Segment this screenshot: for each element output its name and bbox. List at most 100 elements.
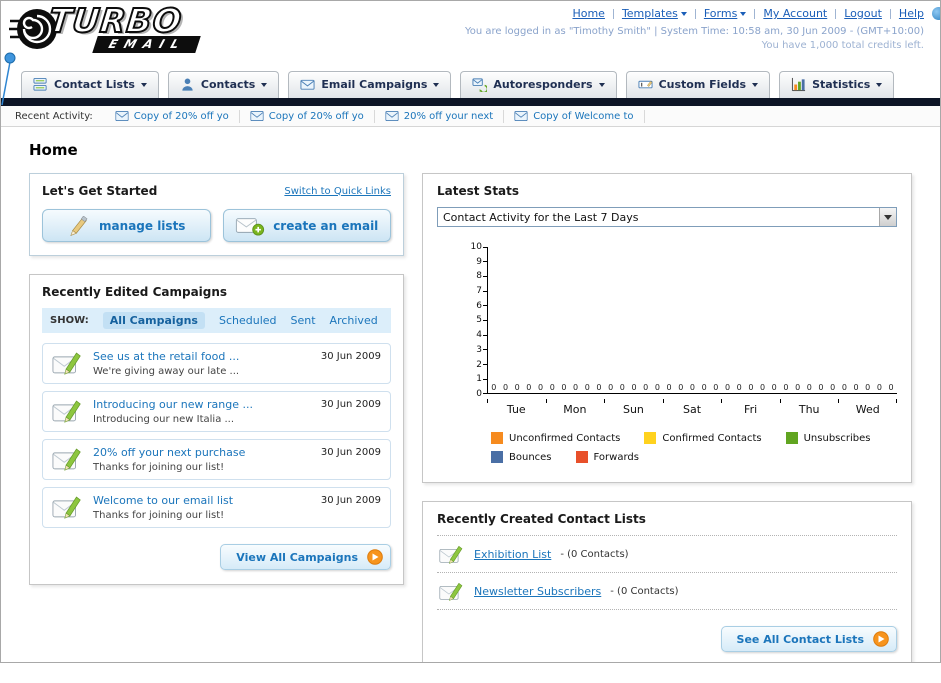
login-info: You are logged in as "Timothy Smith" | S… [464, 26, 924, 37]
contact-activity-chart: 10 9 8 7 6 5 4 3 2 1 0 000000000000000000000000000… [463, 242, 897, 463]
email-campaigns-icon [300, 77, 315, 92]
link-forms[interactable]: Forms [696, 7, 754, 20]
contact-list-detail: - (0 Contacts) [560, 548, 629, 560]
recently-edited-campaigns-panel: Recently Edited Campaigns SHOW: All Camp… [29, 274, 404, 585]
envelope-icon [385, 111, 399, 121]
contact-list-link[interactable]: Newsletter Subscribers [474, 585, 601, 598]
decoration-pointer [1, 52, 16, 106]
filter-archived[interactable]: Archived [330, 314, 378, 327]
campaign-title-link[interactable]: 20% off your next purchase [93, 446, 312, 459]
link-label: Logout [844, 7, 882, 20]
link-label: Forms [703, 7, 738, 20]
create-email-button[interactable]: create an email [222, 209, 391, 242]
edit-campaign-icon [52, 446, 84, 471]
see-all-contact-lists-button[interactable]: See All Contact Lists [720, 626, 897, 652]
campaign-date: 30 Jun 2009 [320, 447, 381, 458]
latest-stats-panel: Latest Stats Contact Activity for the La… [422, 173, 912, 483]
select-value: Contact Activity for the Last 7 Days [443, 210, 639, 224]
filter-scheduled[interactable]: Scheduled [219, 314, 277, 327]
chart-legend: Unconfirmed Contacts Confirmed Contacts Un… [491, 432, 897, 463]
main-nav: Contact Lists Contacts Email Campaigns A… [1, 65, 940, 98]
chevron-down-icon [140, 83, 147, 90]
show-label: SHOW: [50, 315, 89, 326]
tab-custom-fields[interactable]: Custom Fields [625, 71, 771, 98]
view-all-campaigns-button[interactable]: View All Campaigns [220, 544, 391, 570]
tab-label: Statistics [812, 78, 871, 91]
filter-all-campaigns[interactable]: All Campaigns [102, 312, 205, 329]
legend-row-1: Unconfirmed Contacts Confirmed Contacts Un… [491, 432, 897, 444]
edit-campaign-icon [52, 398, 84, 423]
logo-text: TURBO EMAIL [46, 1, 201, 53]
link-home[interactable]: Home [564, 7, 612, 20]
chevron-down-icon [752, 83, 759, 90]
chevron-down-icon [680, 12, 687, 19]
chart-x-labels: Tue Mon Sun Sat Fri Thu Wed [487, 399, 897, 416]
chevron-down-icon [433, 83, 440, 90]
manage-lists-button[interactable]: manage lists [42, 209, 211, 242]
legend-row-2: Bounces Forwards [491, 451, 897, 463]
recent-activity-item[interactable]: 20% off your next [375, 109, 505, 123]
recent-activity-item[interactable]: Copy of 20% off yo [240, 109, 375, 123]
contact-lists-panel-title: Recently Created Contact Lists [437, 512, 646, 526]
campaign-subtitle: Introducing our new Italia ... [93, 414, 235, 425]
tab-autoresponders[interactable]: Autoresponders [460, 71, 617, 98]
campaign-text: See us at the retail food ... We're givi… [93, 350, 312, 377]
legend-item: Bounces [491, 451, 552, 463]
recent-activity-label: Recent Activity: [15, 110, 93, 122]
switch-quick-links-link[interactable]: Switch to Quick Links [284, 186, 391, 197]
link-logout[interactable]: Logout [836, 7, 890, 20]
campaign-text: Welcome to our email list Thanks for joi… [93, 494, 312, 521]
campaign-date: 30 Jun 2009 [320, 495, 381, 506]
chevron-down-icon [261, 83, 268, 90]
button-label: See All Contact Lists [736, 632, 864, 646]
recent-activity-item[interactable]: Copy of 20% off yo [105, 109, 240, 123]
autoresponders-icon [472, 77, 487, 92]
contact-list-row: Exhibition List - (0 Contacts) [437, 536, 897, 573]
logo-title: TURBO [46, 1, 185, 41]
campaign-text: Introducing our new range ... Introducin… [93, 398, 312, 425]
tab-email-campaigns[interactable]: Email Campaigns [288, 71, 452, 98]
app-window: TURBO EMAIL Home Templates Forms My Acco… [0, 0, 941, 663]
tab-contacts[interactable]: Contacts [167, 71, 280, 98]
chevron-down-icon [598, 83, 605, 90]
link-my-account[interactable]: My Account [755, 7, 835, 20]
recent-activity-bar: Recent Activity: Copy of 20% off yo Copy… [1, 106, 940, 127]
envelope-icon [115, 111, 129, 121]
campaign-title-link[interactable]: Welcome to our email list [93, 494, 312, 507]
tab-statistics[interactable]: Statistics [779, 71, 895, 98]
activity-item-label: Copy of 20% off yo [268, 110, 364, 122]
campaign-subtitle: Thanks for joining our list! [93, 462, 225, 473]
link-templates[interactable]: Templates [614, 7, 695, 20]
campaign-title-link[interactable]: Introducing our new range ... [93, 398, 312, 411]
tab-contact-lists[interactable]: Contact Lists [21, 71, 159, 98]
edit-list-icon [439, 544, 465, 564]
chart-y-axis: 10 9 8 7 6 5 4 3 2 1 0 [463, 242, 487, 399]
header-right: Home Templates Forms My Account Logout H… [465, 7, 924, 51]
decoration-dot [932, 7, 940, 20]
envelope-icon [250, 111, 264, 121]
edit-campaign-icon [52, 494, 84, 519]
contact-list-link[interactable]: Exhibition List [474, 548, 551, 561]
link-help[interactable]: Help [891, 7, 924, 20]
arrow-circle-icon [367, 549, 383, 565]
campaign-row: 20% off your next purchase Thanks for jo… [42, 439, 391, 480]
header: TURBO EMAIL Home Templates Forms My Acco… [1, 1, 940, 65]
campaign-title-link[interactable]: See us at the retail food ... [93, 350, 312, 363]
tab-label: Email Campaigns [321, 78, 428, 91]
campaign-text: 20% off your next purchase Thanks for jo… [93, 446, 312, 473]
button-label: manage lists [99, 218, 186, 233]
filter-sent[interactable]: Sent [291, 314, 316, 327]
campaigns-panel-title: Recently Edited Campaigns [42, 285, 228, 299]
activity-item-label: Copy of 20% off yo [133, 110, 229, 122]
legend-item: Forwards [575, 451, 639, 463]
chart-plot-groups: 00000000000000000000000000000000000 [487, 247, 897, 394]
envelope-icon [514, 111, 528, 121]
activity-item-label: Copy of Welcome to [533, 110, 634, 122]
campaign-subtitle: Thanks for joining our list! [93, 510, 225, 521]
campaign-row: Introducing our new range ... Introducin… [42, 391, 391, 432]
page-title: Home [29, 141, 78, 159]
recent-contact-lists-panel: Recently Created Contact Lists Exhibitio… [422, 501, 912, 662]
recent-activity-item[interactable]: Copy of Welcome to [504, 109, 645, 123]
stats-period-select[interactable]: Contact Activity for the Last 7 Days [437, 207, 897, 227]
tab-label: Autoresponders [493, 78, 593, 91]
